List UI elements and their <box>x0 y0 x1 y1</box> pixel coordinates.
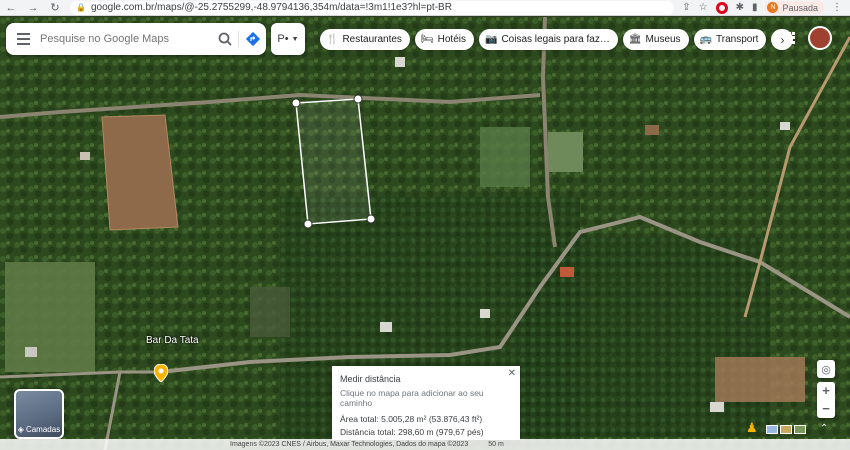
place-type-dropdown[interactable]: P• ▼ <box>271 23 305 55</box>
attribution-bar: Imagens ©2023 CNES / Airbus, Maxar Techn… <box>0 439 850 450</box>
account-avatar[interactable] <box>808 26 832 50</box>
chip-museums[interactable]: 🏛 Museus <box>622 29 689 50</box>
search-input[interactable] <box>40 33 212 45</box>
forward-button[interactable]: → <box>22 0 44 16</box>
category-chips: 🍴 Restaurantes 🛏 Hotéis 📷 Coisas legais par… <box>320 29 794 50</box>
chip-things-to-do[interactable]: 📷 Coisas legais para faz… <box>479 29 618 50</box>
my-location-button[interactable]: ◎ <box>817 360 835 378</box>
chevron-down-icon: ▼ <box>291 35 299 43</box>
lock-icon: 🔒 <box>76 3 86 12</box>
opera-icon[interactable] <box>715 1 728 14</box>
measure-distance: Distância total: 298,60 m (979,67 pés) <box>340 427 484 437</box>
chevron-up-icon[interactable]: ⌃ <box>820 423 828 434</box>
camera-icon: 📷 <box>485 34 498 45</box>
google-apps-icon[interactable] <box>784 32 796 44</box>
scale-label[interactable]: 50 m <box>488 441 504 448</box>
chip-label: Museus <box>645 34 681 45</box>
sidebar-icon[interactable]: ▮ <box>752 2 758 13</box>
measure-distance-panel: ✕ Medir distância Clique no mapa para ad… <box>332 366 520 440</box>
star-icon[interactable]: ☆ <box>699 2 708 13</box>
layers-button[interactable]: ◈ Camadas <box>14 389 64 439</box>
place-type-label: P• <box>277 33 289 45</box>
zoom-out-button[interactable]: − <box>822 400 830 418</box>
url-text: google.com.br/maps/@-25.2755299,-48.9794… <box>90 2 452 13</box>
chip-restaurants[interactable]: 🍴 Restaurantes <box>320 29 410 50</box>
close-icon[interactable]: ✕ <box>508 368 516 379</box>
chip-label: Transport <box>716 34 759 45</box>
kebab-menu-icon[interactable]: ⋮ <box>832 2 842 13</box>
reload-button[interactable]: ↻ <box>44 0 66 16</box>
measure-title: Medir distância <box>340 374 401 384</box>
imagery-thumbnails[interactable] <box>766 425 806 434</box>
layers-label: Camadas <box>25 425 61 434</box>
menu-icon[interactable] <box>6 33 40 45</box>
pegman-icon[interactable]: ♟ <box>746 420 758 436</box>
bed-icon: 🛏 <box>420 34 434 45</box>
back-button[interactable]: ← <box>0 0 22 16</box>
share-icon[interactable]: ⇪ <box>682 2 690 13</box>
profile-button[interactable]: N Pausada <box>765 1 824 14</box>
search-box <box>6 23 266 55</box>
chip-label: Restaurantes <box>342 34 402 45</box>
museum-icon: 🏛 <box>628 34 642 45</box>
address-bar[interactable]: 🔒 google.com.br/maps/@-25.2755299,-48.97… <box>70 0 675 15</box>
browser-toolbar: ← → ↻ 🔒 google.com.br/maps/@-25.2755299,… <box>0 0 850 16</box>
extensions-icon[interactable]: ✱ <box>736 2 744 13</box>
zoom-in-button[interactable]: + <box>822 382 830 400</box>
search-icon[interactable] <box>212 32 238 46</box>
bus-icon: 🚌 <box>699 34 713 45</box>
imagery-attribution: Imagens ©2023 CNES / Airbus, Maxar Techn… <box>230 441 469 448</box>
avatar: N <box>767 2 779 13</box>
measure-area: Área total: 5.005,28 m² (53.876,43 ft²) <box>340 414 483 424</box>
map-pin-icon[interactable] <box>153 363 169 383</box>
directions-icon[interactable] <box>238 31 266 47</box>
profile-label: Pausada <box>782 2 818 13</box>
zoom-control: + − <box>817 382 835 418</box>
fork-knife-icon: 🍴 <box>326 34 339 45</box>
place-label[interactable]: Bar Da Tata <box>146 335 199 346</box>
chip-label: Hotéis <box>437 34 466 45</box>
chip-label: Coisas legais para faz… <box>501 34 610 45</box>
chip-transport[interactable]: 🚌 Transport <box>693 29 767 50</box>
chip-hotels[interactable]: 🛏 Hotéis <box>414 29 474 50</box>
measure-hint: Clique no mapa para adicionar ao seu cam… <box>340 388 484 408</box>
crosshair-icon: ◎ <box>821 363 831 376</box>
layers-icon: ◈ <box>17 425 24 434</box>
